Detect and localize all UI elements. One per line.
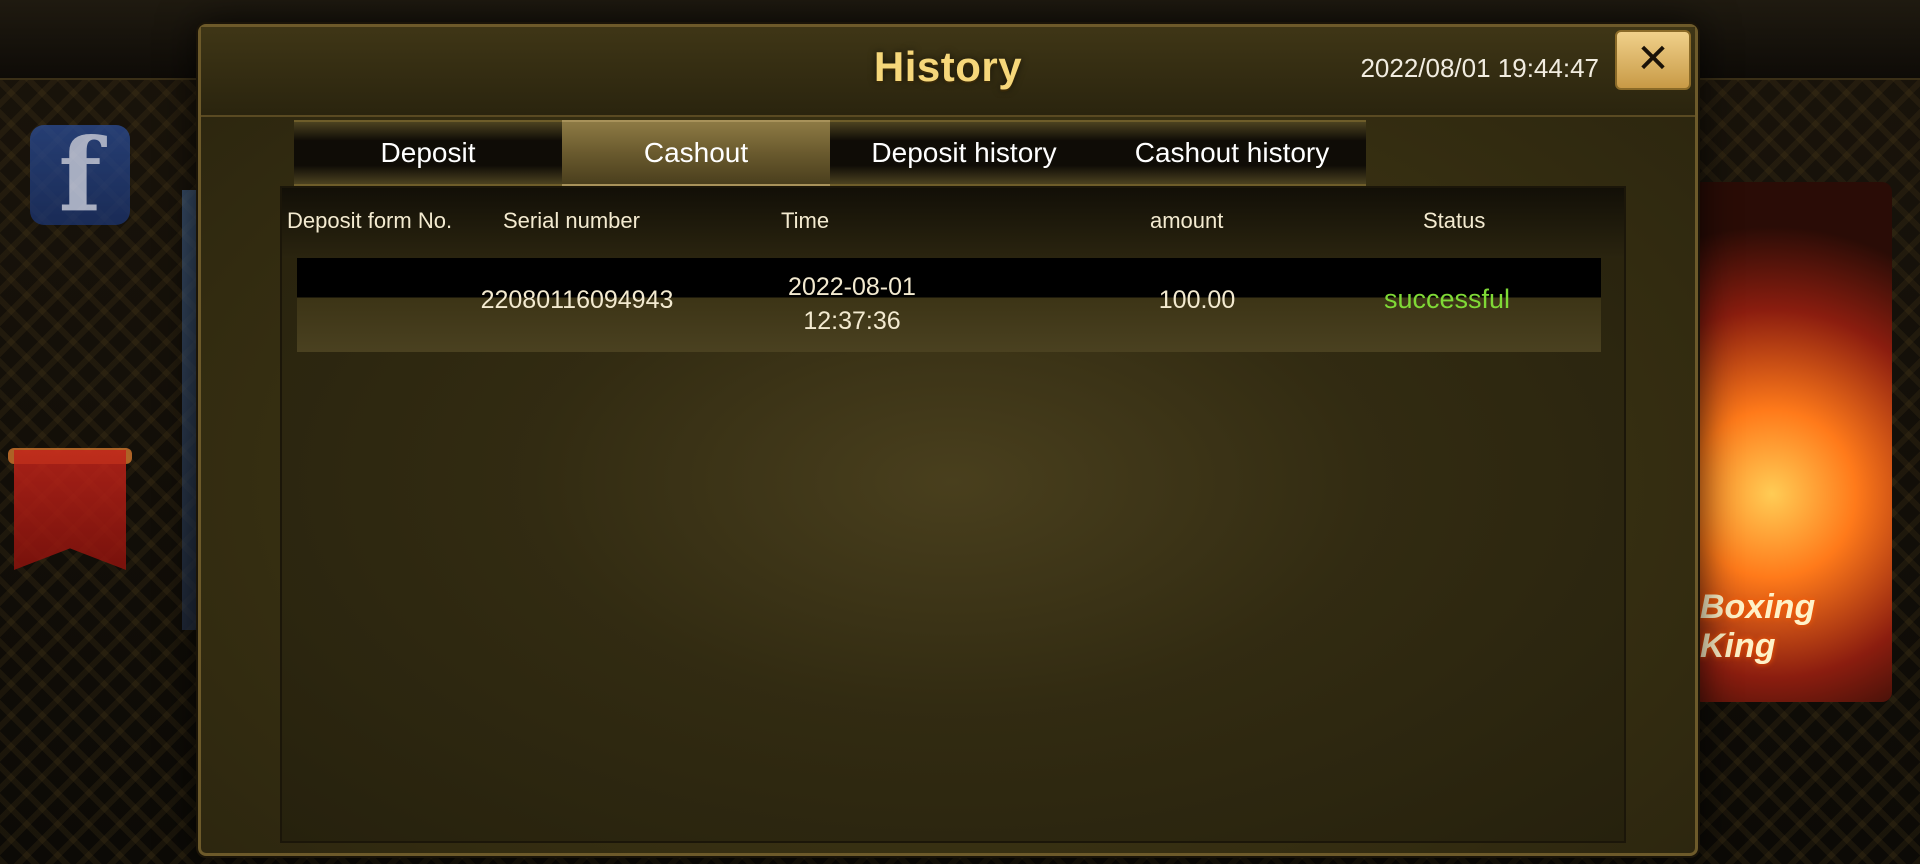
cell-time-clock: 12:37:36 [803, 307, 901, 335]
column-header-amount: amount [1150, 208, 1224, 233]
tab-label: Deposit [380, 137, 476, 168]
history-table[interactable]: Deposit form No. Serial number Time amou… [280, 186, 1626, 843]
current-datetime: 2022/08/01 19:44:47 [1360, 53, 1599, 83]
game-card-boxing-king[interactable]: Boxing King [1692, 182, 1892, 702]
tab-cashout-history[interactable]: Cashout history [1098, 120, 1366, 186]
cell-amount: 100.00 [1158, 286, 1236, 314]
table-header: Deposit form No. Serial number Time amou… [282, 188, 1624, 258]
history-modal: History 2022/08/01 19:44:47 ✕ Deposit Ca… [198, 24, 1698, 856]
tab-deposit-history[interactable]: Deposit history [830, 120, 1098, 186]
tab-label: Deposit history [871, 137, 1057, 168]
tab-cashout[interactable]: Cashout [562, 120, 830, 186]
close-button[interactable]: ✕ [1615, 30, 1691, 90]
column-header-deposit-form-no: Deposit form No. [287, 208, 453, 233]
close-icon: ✕ [1636, 37, 1670, 81]
column-header-status: Status [1423, 208, 1486, 233]
tab-deposit[interactable]: Deposit [294, 120, 562, 186]
cell-serial-number: 22080116094943 [480, 286, 674, 314]
facebook-icon[interactable]: f [30, 125, 130, 225]
table-row[interactable]: 22080116094943 2022-08-01 12:37:36 100.0… [297, 258, 1601, 352]
column-header-time: Time [781, 208, 830, 233]
column-header-serial-number: Serial number [503, 208, 640, 233]
cell-time-date: 2022-08-01 [788, 273, 916, 301]
tab-bar: Deposit Cashout Deposit history Cashout … [294, 120, 1368, 186]
tab-label: Cashout [643, 137, 749, 168]
game-card-title: Boxing King [1700, 588, 1816, 665]
status-badge: successful [1383, 284, 1511, 314]
modal-header: History 2022/08/01 19:44:47 ✕ [201, 27, 1695, 117]
cell-time: 2022-08-01 12:37:36 [752, 270, 952, 338]
tab-label: Cashout history [1134, 137, 1330, 168]
